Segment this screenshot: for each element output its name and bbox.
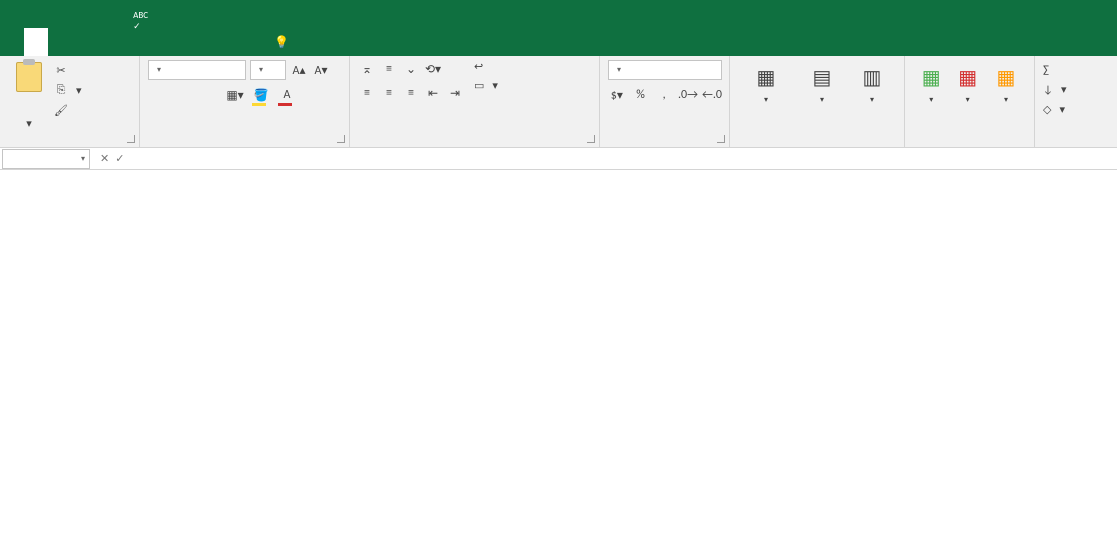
redo-icon[interactable]	[55, 0, 77, 18]
name-box[interactable]: ▾	[2, 149, 90, 169]
format-painter-button[interactable]: 🖌	[54, 100, 82, 120]
number-dialog-launcher[interactable]	[717, 135, 725, 143]
borders-button[interactable]: ▦▾	[226, 86, 244, 104]
fill-color-button[interactable]: 🪣	[252, 86, 270, 104]
tab-view[interactable]	[192, 28, 216, 56]
eraser-icon: ◇	[1043, 103, 1051, 116]
align-center-icon[interactable]: ≡	[380, 84, 398, 102]
font-size-combo[interactable]: ▾	[250, 60, 286, 80]
bold-button[interactable]	[148, 86, 166, 104]
fill-down-icon: ↓	[1043, 83, 1053, 96]
copy-icon: ⎘	[54, 83, 68, 97]
fill-button[interactable]: ↓ ▾	[1043, 80, 1109, 98]
delete-cells-icon: ▦	[954, 64, 982, 92]
formula-bar: ▾ ✕ ✓	[0, 148, 1117, 170]
format-cells-button[interactable]: ▦ ▾	[986, 60, 1026, 133]
decrease-font-icon[interactable]: A▾	[312, 61, 330, 79]
accounting-format-icon[interactable]: $▾	[608, 86, 626, 104]
decrease-indent-icon[interactable]: ⇤	[424, 84, 442, 102]
cut-button[interactable]: ✂	[54, 60, 82, 80]
cell-styles-icon: ▥	[858, 64, 886, 92]
insert-cells-icon: ▦	[917, 64, 945, 92]
increase-font-icon[interactable]: A▴	[290, 61, 308, 79]
increase-decimal-icon[interactable]: .0→	[679, 86, 697, 104]
paste-button[interactable]: ▾	[8, 60, 50, 130]
align-left-icon[interactable]: ≡	[358, 84, 376, 102]
wrap-icon: ↩	[474, 60, 483, 73]
tab-help[interactable]	[216, 28, 240, 56]
qat-customize-icon[interactable]	[154, 0, 176, 18]
save-icon[interactable]	[6, 0, 28, 18]
font-dialog-launcher[interactable]	[337, 135, 345, 143]
number-format-combo[interactable]: ▾	[608, 60, 722, 80]
alignment-dialog-launcher[interactable]	[587, 135, 595, 143]
percent-format-icon[interactable]: %	[632, 86, 650, 104]
comma-format-icon[interactable]: ,	[655, 86, 673, 104]
insert-cells-button[interactable]: ▦ ▾	[913, 60, 949, 133]
ribbon-tabs: 💡	[0, 28, 1117, 56]
merge-center-button[interactable]: ▭ ▾	[474, 79, 498, 92]
group-alignment: ⌅ ≡ ⌄ ⟲▾ ≡ ≡ ≡ ⇤ ⇥ ↩ ▭ ▾	[350, 56, 600, 147]
paste-icon	[16, 62, 42, 92]
tell-me[interactable]: 💡	[264, 28, 305, 56]
tab-insert[interactable]	[72, 28, 96, 56]
monitor-icon[interactable]	[80, 0, 102, 18]
align-bottom-icon[interactable]: ⌄	[402, 60, 420, 78]
autosum-button[interactable]: ∑	[1043, 60, 1109, 78]
brush-icon: 🖌	[54, 103, 68, 117]
decrease-decimal-icon[interactable]: ←.0	[703, 86, 721, 104]
undo-icon[interactable]	[31, 0, 53, 18]
tab-home[interactable]	[24, 28, 48, 56]
tab-file[interactable]	[0, 28, 24, 56]
merge-icon: ▭	[474, 79, 484, 92]
wrap-text-button[interactable]: ↩	[474, 60, 498, 73]
conditional-formatting-button[interactable]: ▦ ▾	[738, 60, 794, 133]
tab-review[interactable]	[168, 28, 192, 56]
sigma-icon: ∑	[1043, 63, 1049, 76]
group-styles: ▦ ▾ ▤ ▾ ▥ ▾	[730, 56, 905, 147]
increase-indent-icon[interactable]: ⇥	[446, 84, 464, 102]
underline-button[interactable]	[200, 86, 218, 104]
delete-cells-button[interactable]: ▦ ▾	[949, 60, 985, 133]
group-font: ▾ ▾ A▴ A▾ ▦▾ 🪣 A	[140, 56, 350, 147]
lightbulb-icon: 💡	[274, 35, 289, 50]
tab-formulas[interactable]	[120, 28, 144, 56]
enter-formula-icon[interactable]: ✓	[115, 152, 124, 165]
scissors-icon: ✂	[54, 63, 68, 77]
font-color-button[interactable]: A	[278, 86, 296, 104]
align-middle-icon[interactable]: ≡	[380, 60, 398, 78]
format-table-icon: ▤	[808, 64, 836, 92]
copy-button[interactable]: ⎘ ▾	[54, 80, 82, 100]
title-bar: ABC✓	[0, 0, 1117, 28]
ribbon: ▾ ✂ ⎘ ▾ 🖌 ▾ ▾ A▴ A▾ ▦▾ 🪣 A	[0, 56, 1117, 148]
tab-newtab[interactable]	[48, 28, 72, 56]
italic-button[interactable]	[174, 86, 192, 104]
group-editing: ∑ ↓ ▾ ◇ ▾	[1035, 56, 1117, 147]
speech-icon[interactable]	[105, 0, 127, 18]
group-cells: ▦ ▾ ▦ ▾ ▦ ▾	[905, 56, 1035, 147]
tab-data[interactable]	[144, 28, 168, 56]
clear-button[interactable]: ◇ ▾	[1043, 100, 1109, 118]
tab-wps-pdf[interactable]	[240, 28, 264, 56]
cancel-formula-icon[interactable]: ✕	[100, 152, 109, 165]
group-number: ▾ $▾ % , .0→ ←.0	[600, 56, 730, 147]
format-cells-icon: ▦	[992, 64, 1020, 92]
align-right-icon[interactable]: ≡	[402, 84, 420, 102]
format-as-table-button[interactable]: ▤ ▾	[794, 60, 850, 133]
tab-page-layout[interactable]	[96, 28, 120, 56]
clipboard-dialog-launcher[interactable]	[127, 135, 135, 143]
name-box-arrow-icon: ▾	[81, 154, 85, 164]
group-clipboard: ▾ ✂ ⎘ ▾ 🖌	[0, 56, 140, 147]
conditional-formatting-icon: ▦	[752, 64, 780, 92]
font-name-combo[interactable]: ▾	[148, 60, 246, 80]
align-top-icon[interactable]: ⌅	[358, 60, 376, 78]
orientation-icon[interactable]: ⟲▾	[424, 60, 442, 78]
cell-styles-button[interactable]: ▥ ▾	[850, 60, 894, 133]
